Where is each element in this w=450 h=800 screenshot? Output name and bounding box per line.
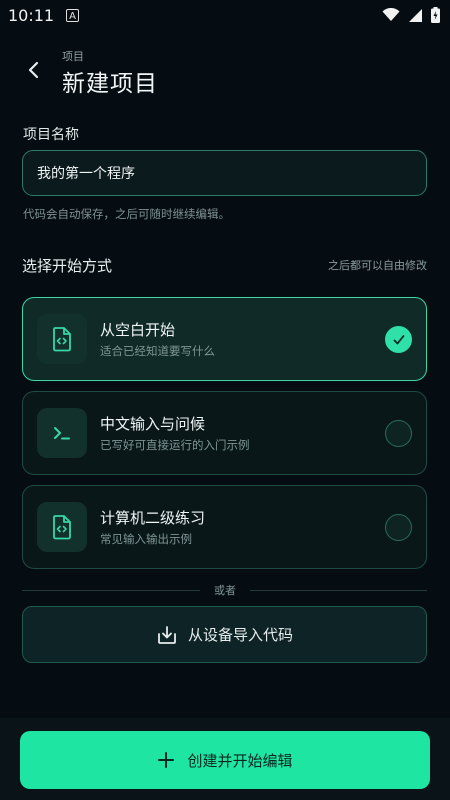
option-desc: 常见输入输出示例: [100, 532, 192, 546]
option-title: 中文输入与问候: [100, 415, 206, 433]
divider-right: [250, 590, 427, 591]
divider-text: 或者: [214, 584, 236, 597]
page-title: 新建项目: [62, 71, 158, 97]
start-mode-title: 选择开始方式: [22, 257, 113, 275]
option-title: 从空白开始: [100, 321, 176, 339]
option-desc: 适合已经知道要写什么: [100, 344, 215, 358]
option-title: 计算机二级练习: [100, 509, 206, 527]
create-button-label: 创建并开始编辑: [187, 751, 293, 770]
option-card-greeting[interactable]: 中文输入与问候 已写好可直接运行的入门示例: [22, 391, 427, 475]
plus-icon: [158, 752, 175, 768]
option-card-blank[interactable]: 从空白开始 适合已经知道要写什么: [22, 297, 427, 381]
project-name-input[interactable]: [22, 150, 427, 196]
project-name-label: 项目名称: [23, 127, 79, 143]
status-bar: 10:11 A: [0, 0, 450, 32]
start-mode-note: 之后都可以自由修改: [328, 259, 427, 272]
code-file-icon: [37, 502, 87, 552]
download-tray-icon: [158, 625, 176, 644]
signal-icon: [409, 8, 422, 22]
option-radio[interactable]: [385, 420, 412, 447]
create-and-edit-button[interactable]: 创建并开始编辑: [20, 731, 430, 789]
status-time: 10:11: [8, 6, 55, 25]
battery-icon: [431, 7, 440, 23]
wifi-icon: [382, 8, 400, 21]
terminal-icon: [37, 408, 87, 458]
import-from-device-button[interactable]: 从设备导入代码: [22, 606, 427, 663]
back-button[interactable]: [20, 56, 48, 84]
notification-a-icon: A: [66, 9, 79, 22]
breadcrumb: 项目: [62, 50, 84, 63]
import-button-label: 从设备导入代码: [187, 626, 293, 644]
status-icons: [382, 7, 440, 23]
project-name-hint: 代码会自动保存，之后可随时继续编辑。: [23, 207, 230, 221]
option-card-exam-practice[interactable]: 计算机二级练习 常见输入输出示例: [22, 485, 427, 569]
check-icon: [393, 334, 404, 344]
divider-left: [22, 590, 200, 591]
chevron-left-icon: [28, 61, 39, 79]
option-radio-selected[interactable]: [385, 326, 412, 353]
option-desc: 已写好可直接运行的入门示例: [100, 438, 250, 452]
code-file-icon: [37, 314, 87, 364]
option-radio[interactable]: [385, 514, 412, 541]
